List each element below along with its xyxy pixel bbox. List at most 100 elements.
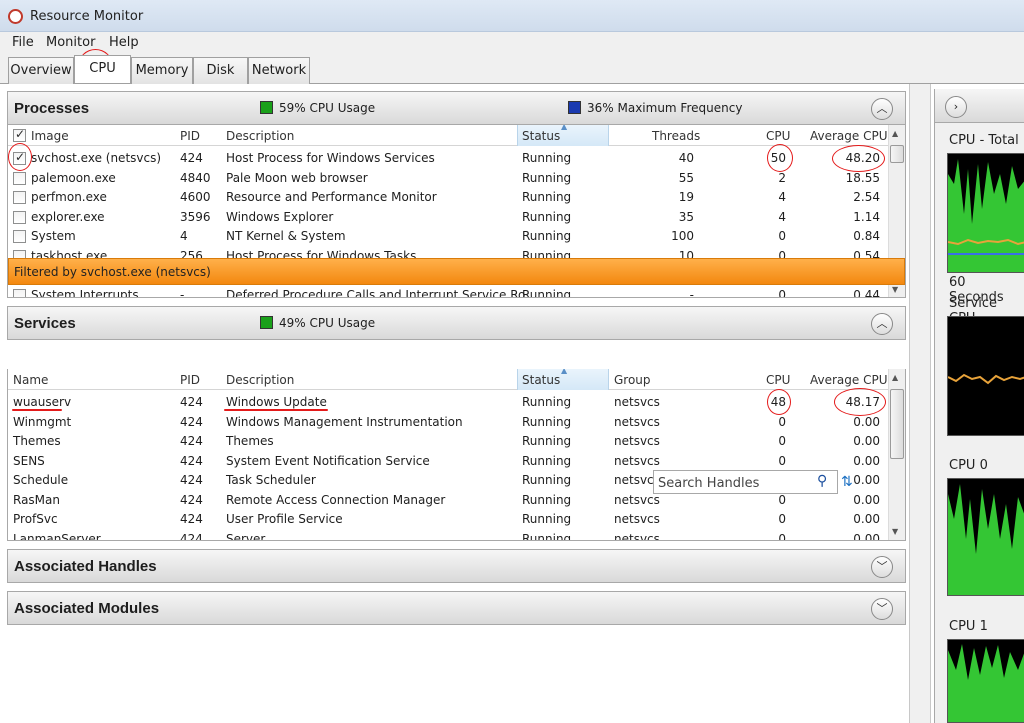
collapse-graphs-button[interactable]: › — [945, 96, 967, 118]
col-status[interactable]: Status — [522, 373, 560, 387]
row-checkbox[interactable] — [13, 191, 26, 204]
table-row[interactable]: Winmgmt 424 Windows Management Instrumenta… — [8, 413, 888, 433]
row-checkbox[interactable] — [13, 210, 26, 224]
row-checkbox[interactable] — [13, 171, 26, 185]
cell-pid: 424 — [180, 434, 203, 448]
window-title: Resource Monitor — [30, 9, 144, 24]
processes-title: Processes — [14, 100, 90, 117]
services-scrollbar[interactable]: ▲ ▼ — [888, 369, 905, 540]
cell-avg: 0.00 — [853, 414, 880, 429]
table-row[interactable]: System Interrupts - Deferred Procedure Cal… — [8, 286, 888, 298]
col-name[interactable]: Name — [13, 373, 48, 387]
cell-avg: 2.54 — [853, 190, 880, 204]
annotation-circle-process-cpu — [767, 144, 793, 172]
scroll-down-icon[interactable]: ▼ — [892, 527, 898, 536]
table-row[interactable]: ProfSvc 424 User Profile Service Running net… — [8, 510, 888, 530]
table-row[interactable]: LanmanServer 424 Server Running netsvcs 0 0.00 — [8, 530, 888, 541]
table-row[interactable]: svchost.exe (netsvcs) 424 Host Process for… — [8, 149, 888, 169]
cell-avg: 1.14 — [853, 209, 880, 224]
scroll-thumb[interactable] — [890, 145, 904, 163]
cell-status: Running — [522, 473, 572, 487]
table-row[interactable]: System 4 NT Kernel & System Running 100 0 0.84 — [8, 227, 888, 247]
table-row[interactable]: wuauserv 424 Windows Update Running netsvcs 4… — [8, 393, 888, 413]
col-description[interactable]: Description — [226, 129, 294, 143]
refresh-icon[interactable]: ⇅ — [841, 474, 853, 490]
search-icon[interactable]: ⚲ — [817, 473, 827, 489]
cell-name: Winmgmt — [13, 414, 72, 429]
scroll-thumb[interactable] — [890, 389, 904, 459]
annotation-underline-windows-update — [224, 409, 328, 411]
col-cpu[interactable]: CPU — [766, 373, 790, 387]
cell-avg: 0.44 — [853, 287, 880, 298]
col-average-cpu[interactable]: Average CPU — [810, 129, 888, 143]
cell-status: Running — [522, 190, 572, 204]
row-checkbox[interactable] — [13, 230, 26, 243]
processes-table-header: Image PID Description Status ▲ Threads C… — [8, 125, 888, 146]
table-row[interactable]: Themes 424 Themes Running netsvcs 0 0.00 — [8, 432, 888, 452]
cell-pid: 424 — [180, 512, 203, 526]
cell-status: Running — [522, 229, 572, 243]
services-header[interactable]: Services 49% CPU Usage ︿ — [7, 306, 906, 340]
cell-status: Running — [522, 492, 572, 507]
cell-pid: 3596 — [180, 209, 211, 224]
collapse-processes-button[interactable]: ︿ — [871, 98, 893, 120]
col-status[interactable]: Status — [522, 129, 560, 143]
graphs-pane: › CPU - Total 60 Seconds Service CPU CPU… — [934, 89, 1024, 723]
menu-help[interactable]: Help — [109, 35, 139, 50]
tab-cpu[interactable]: CPU — [74, 55, 131, 83]
cpu-total-graph — [947, 153, 1024, 273]
table-row[interactable]: SENS 424 System Event Notification Service… — [8, 452, 888, 472]
cpu1-graph — [947, 639, 1024, 723]
expand-handles-button[interactable]: ﹀ — [871, 556, 893, 578]
col-description[interactable]: Description — [226, 373, 294, 387]
associated-handles-title: Associated Handles — [14, 558, 157, 575]
table-row[interactable]: explorer.exe 3596 Windows Explorer Running 3… — [8, 208, 888, 228]
col-average-cpu[interactable]: Average CPU — [810, 373, 888, 387]
scroll-up-icon[interactable]: ▲ — [892, 129, 898, 138]
cell-desc: Resource and Performance Monitor — [226, 190, 437, 204]
table-row[interactable]: perfmon.exe 4600 Resource and Performance … — [8, 188, 888, 208]
col-pid[interactable]: PID — [180, 373, 200, 387]
tab-memory[interactable]: Memory — [131, 57, 193, 84]
cell-cpu: 0 — [778, 512, 786, 526]
collapse-services-button[interactable]: ︿ — [871, 313, 893, 335]
table-row[interactable]: palemoon.exe 4840 Pale Moon web browser Run… — [8, 169, 888, 189]
cell-desc: System Event Notification Service — [226, 453, 430, 468]
col-image[interactable]: Image — [31, 129, 69, 143]
cell-desc: Windows Explorer — [226, 209, 334, 224]
select-all-checkbox[interactable] — [13, 127, 26, 142]
cell-status: Running — [522, 434, 572, 448]
cell-avg: 0.00 — [853, 492, 880, 507]
cell-group: netsvcs — [614, 434, 660, 448]
cell-group: netsvcs — [614, 531, 660, 541]
search-handles-input[interactable]: Search Handles ⚲ — [653, 470, 838, 494]
cell-avg: 18.55 — [845, 170, 880, 185]
annotation-circle-process-avg — [832, 145, 885, 172]
scroll-up-icon[interactable]: ▲ — [892, 373, 898, 382]
cell-status: Running — [522, 287, 572, 298]
annotation-circle-service-cpu — [767, 389, 791, 415]
col-pid[interactable]: PID — [180, 129, 200, 143]
pane-splitter[interactable] — [909, 84, 931, 723]
menu-monitor[interactable]: Monitor — [46, 35, 95, 50]
cell-threads: 55 — [678, 170, 694, 185]
col-group[interactable]: Group — [614, 373, 651, 387]
menu-file[interactable]: File — [12, 35, 34, 50]
cell-image: svchost.exe (netsvcs) — [31, 151, 162, 165]
cell-pid: 424 — [180, 395, 203, 409]
tab-network[interactable]: Network — [248, 57, 310, 84]
tab-disk[interactable]: Disk — [193, 57, 248, 84]
cell-status: Running — [522, 151, 572, 165]
col-threads[interactable]: Threads — [652, 129, 700, 143]
associated-modules-header[interactable]: Associated Modules ﹀ — [7, 591, 906, 625]
tab-overview[interactable]: Overview — [8, 57, 74, 84]
graphs-pane-header: › — [935, 89, 1024, 123]
associated-handles-header[interactable]: Associated Handles ﹀ — [7, 549, 906, 583]
row-checkbox[interactable] — [13, 288, 26, 297]
scroll-down-icon[interactable]: ▼ — [892, 285, 898, 294]
cell-desc: Windows Management Instrumentation — [226, 414, 463, 429]
processes-header[interactable]: Processes 59% CPU Usage 36% Maximum Freq… — [7, 91, 906, 125]
col-cpu[interactable]: CPU — [766, 129, 790, 143]
expand-modules-button[interactable]: ﹀ — [871, 598, 893, 620]
cell-status: Running — [522, 395, 572, 409]
